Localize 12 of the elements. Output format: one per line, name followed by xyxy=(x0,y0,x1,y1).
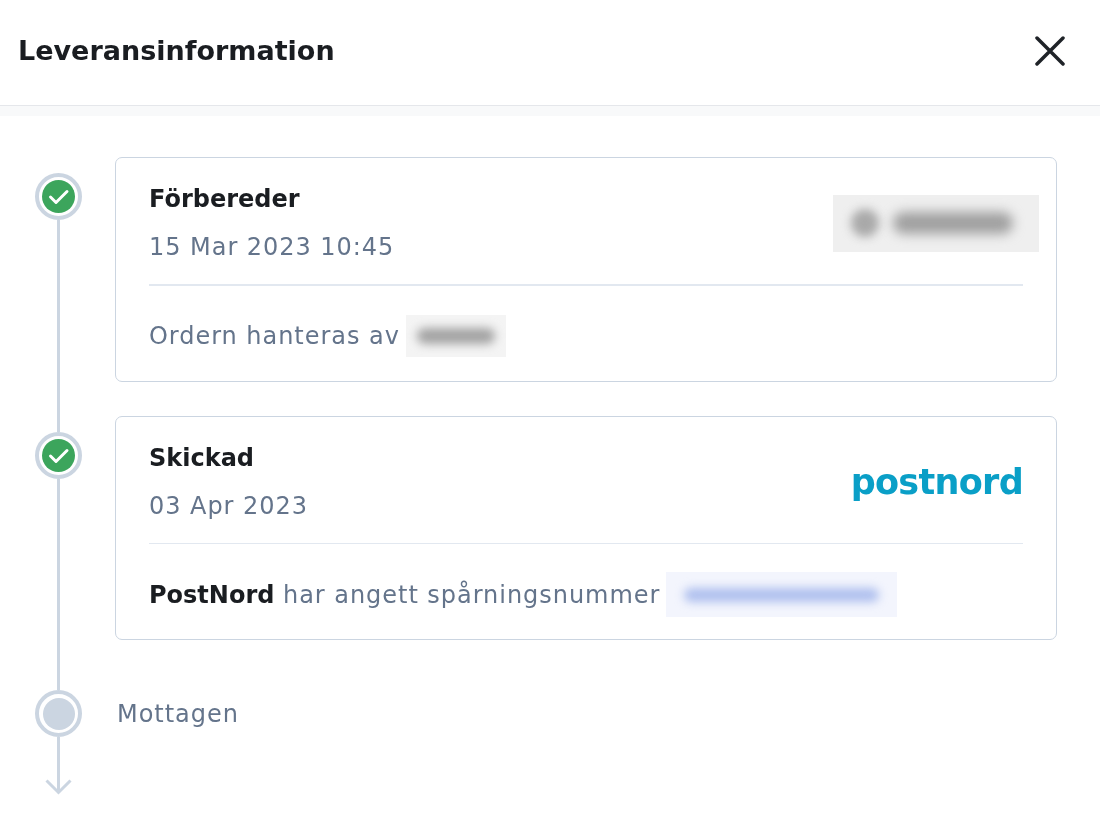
close-button[interactable] xyxy=(1035,35,1065,66)
dialog-title: Leveransinformation xyxy=(18,33,335,68)
close-icon xyxy=(1035,35,1065,66)
logo: postnord xyxy=(850,461,1023,502)
status-message: PostNord har angett spårningsnummer xyxy=(149,579,661,610)
step-title: Mottagen xyxy=(117,698,239,730)
status-message: Ordern hanteras av xyxy=(149,321,400,351)
step-title: Förbereder xyxy=(149,184,301,214)
down-arrow-icon xyxy=(45,737,72,795)
step-date: 03 Apr 2023 xyxy=(149,490,308,521)
step-date: 15 Mar 2023 10:45 xyxy=(149,232,395,262)
step-title: Skickad xyxy=(149,442,256,473)
